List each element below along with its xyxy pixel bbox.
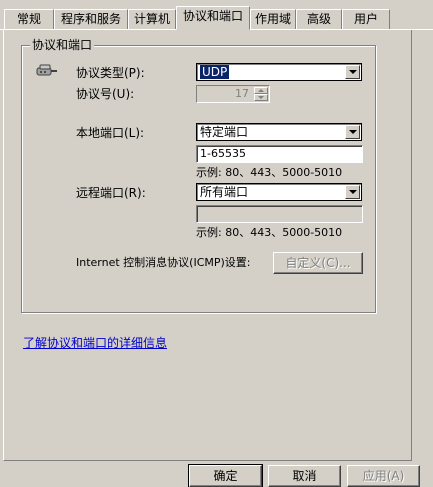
learn-more-link[interactable]: 了解协议和端口的详细信息	[23, 336, 167, 350]
spin-up-icon[interactable]	[254, 87, 268, 94]
remote-port-label: 远程端口(R):	[76, 186, 146, 200]
local-port-select[interactable]: 特定端口	[196, 123, 362, 141]
cancel-button[interactable]: 取消	[268, 465, 341, 487]
protocol-type-select[interactable]: UDP	[196, 63, 362, 81]
ok-button[interactable]: 确定	[188, 464, 263, 487]
local-port-selected: 特定端口	[200, 125, 249, 139]
remote-port-selected: 所有端口	[200, 185, 249, 199]
protocol-type-label: 协议类型(P):	[76, 66, 145, 80]
tab-computers[interactable]: 计算机	[128, 9, 176, 29]
chevron-down-icon[interactable]	[345, 125, 360, 139]
protocol-number-value: 17	[235, 87, 249, 100]
tab-protocols-ports[interactable]: 协议和端口	[176, 6, 250, 30]
tab-programs-services[interactable]: 程序和服务	[54, 9, 128, 29]
tab-bar: 常规 程序和服务 计算机 协议和端口 作用域 高级 用户	[0, 0, 433, 30]
chevron-down-icon[interactable]	[345, 65, 360, 79]
icmp-settings-label: Internet 控制消息协议(ICMP)设置:	[76, 256, 251, 269]
local-port-input[interactable]: 1-65535	[196, 145, 363, 163]
icmp-customize-button[interactable]: 自定义(C)...	[273, 252, 363, 274]
tab-general[interactable]: 常规	[4, 9, 54, 29]
group-title: 协议和端口	[30, 38, 95, 52]
protocol-number-stepper[interactable]: 17	[196, 85, 270, 103]
remote-port-example: 示例: 80、443、5000-5010	[196, 226, 343, 239]
protocol-number-label: 协议号(U):	[76, 87, 135, 101]
spin-down-icon[interactable]	[254, 94, 268, 101]
chevron-down-icon[interactable]	[345, 185, 360, 199]
protocol-type-value: UDP	[200, 65, 230, 79]
tab-advanced[interactable]: 高级	[296, 9, 342, 29]
tab-scope[interactable]: 作用域	[250, 9, 296, 29]
remote-port-input[interactable]	[196, 205, 363, 223]
local-port-example: 示例: 80、443、5000-5010	[196, 166, 343, 179]
local-port-label: 本地端口(L):	[76, 126, 145, 140]
apply-button[interactable]: 应用(A)	[347, 465, 420, 487]
remote-port-select[interactable]: 所有端口	[196, 183, 362, 201]
tab-users[interactable]: 用户	[342, 9, 390, 29]
network-plug-icon	[36, 64, 57, 76]
